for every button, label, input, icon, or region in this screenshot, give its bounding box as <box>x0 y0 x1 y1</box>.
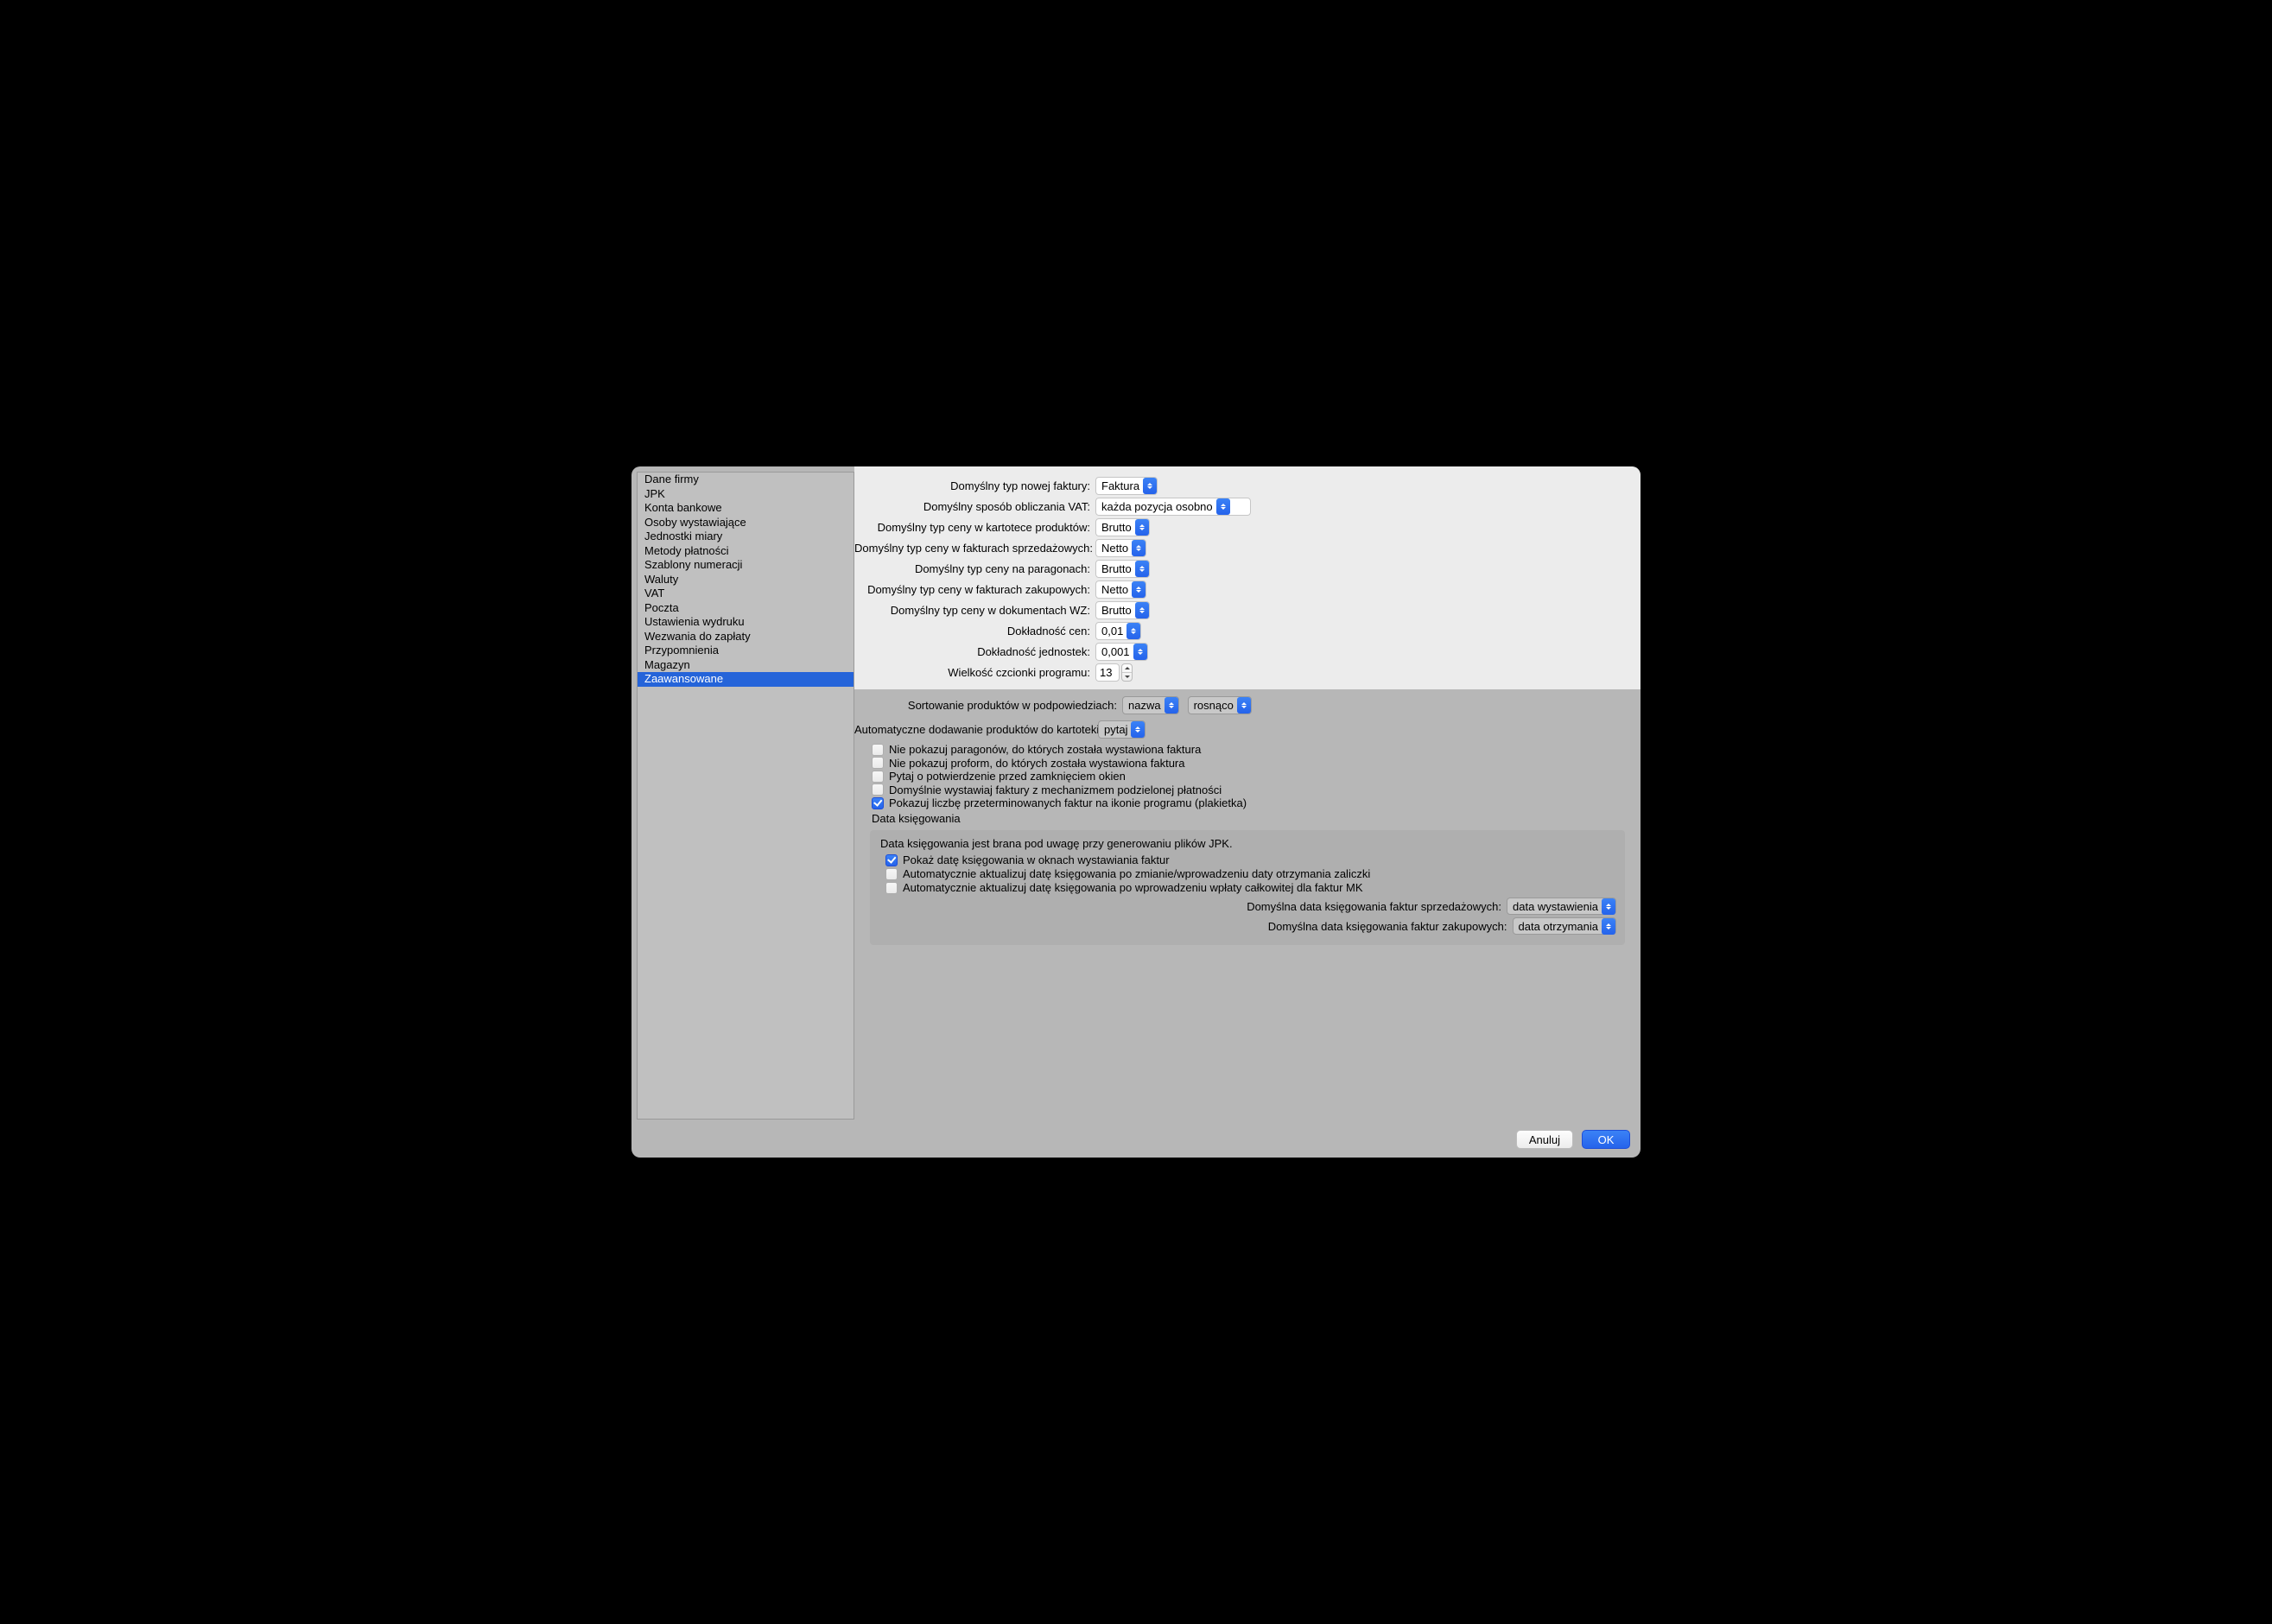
booking-heading: Data księgowania <box>854 810 1641 827</box>
checkbox-label: Automatycznie aktualizuj datę księgowani… <box>903 881 1363 894</box>
label-vat-calc: Domyślny sposób obliczania VAT: <box>854 500 1095 513</box>
select-arrows-icon <box>1132 540 1146 556</box>
select-arrows-icon <box>1216 498 1230 515</box>
label-unit-precision: Dokładność jednostek: <box>854 645 1095 658</box>
label-price-precision: Dokładność cen: <box>854 625 1095 638</box>
label-booking-purchase: Domyślna data księgowania faktur zakupow… <box>1268 920 1507 933</box>
settings-dialog: Dane firmyJPKKonta bankoweOsoby wystawia… <box>631 466 1641 1158</box>
booking-groupbox: Data księgowania jest brana pod uwagę pr… <box>870 830 1625 945</box>
select-price-receipts[interactable]: Brutto <box>1095 560 1150 578</box>
select-arrows-icon <box>1237 697 1251 714</box>
checkbox-label: Domyślnie wystawiaj faktury z mechanizme… <box>889 783 1222 796</box>
label-price-wz: Domyślny typ ceny w dokumentach WZ: <box>854 604 1095 617</box>
select-arrows-icon <box>1133 644 1147 660</box>
checkbox-show-booking-date[interactable] <box>885 854 898 866</box>
label-price-receipts: Domyślny typ ceny na paragonach: <box>854 562 1095 575</box>
label-price-sales: Domyślny typ ceny w fakturach sprzedażow… <box>854 542 1095 555</box>
select-price-purchase[interactable]: Netto <box>1095 580 1146 599</box>
select-arrows-icon <box>1135 602 1149 619</box>
checkbox-label: Pokaż datę księgowania w oknach wystawia… <box>903 853 1170 866</box>
top-section: Domyślny typ nowej faktury: Faktura Domy… <box>854 466 1641 689</box>
sidebar-item[interactable]: Szablony numeracji <box>638 558 854 573</box>
stepper-buttons[interactable] <box>1121 663 1133 682</box>
sidebar-item[interactable]: Konta bankowe <box>638 501 854 516</box>
sidebar-item[interactable]: Magazyn <box>638 658 854 673</box>
select-product-sort-field[interactable]: nazwa <box>1122 696 1179 714</box>
booking-note: Data księgowania jest brana pod uwagę pr… <box>879 835 1616 853</box>
sidebar-item[interactable]: JPK <box>638 487 854 502</box>
stepper-down-icon[interactable] <box>1122 673 1132 681</box>
ok-button[interactable]: OK <box>1582 1130 1630 1149</box>
checkbox-hide-proformas[interactable] <box>872 757 884 769</box>
stepper-up-icon[interactable] <box>1122 664 1132 673</box>
select-unit-precision[interactable]: 0,001 <box>1095 643 1148 661</box>
select-auto-add-products[interactable]: pytaj <box>1098 720 1146 739</box>
label-font-size: Wielkość czcionki programu: <box>854 666 1095 679</box>
select-arrows-icon <box>1602 918 1615 935</box>
content-area: Dane firmyJPKKonta bankoweOsoby wystawia… <box>631 466 1641 1158</box>
select-product-sort-dir[interactable]: rosnąco <box>1188 696 1252 714</box>
select-vat-calc[interactable]: każda pozycja osobno <box>1095 498 1251 516</box>
sidebar-item[interactable]: Zaawansowane <box>638 672 854 687</box>
label-product-sort: Sortowanie produktów w podpowiedziach: <box>854 699 1122 712</box>
label-price-products: Domyślny typ ceny w kartotece produktów: <box>854 521 1095 534</box>
sidebar-item[interactable]: Metody płatności <box>638 544 854 559</box>
select-new-invoice-type[interactable]: Faktura <box>1095 477 1158 495</box>
select-booking-purchase[interactable]: data otrzymania <box>1513 917 1617 935</box>
checkbox-auto-update-advance[interactable] <box>885 868 898 880</box>
checkbox-hide-receipts[interactable] <box>872 744 884 756</box>
sidebar-item[interactable]: Poczta <box>638 601 854 616</box>
sidebar: Dane firmyJPKKonta bankoweOsoby wystawia… <box>637 472 854 1120</box>
checkbox-confirm-close[interactable] <box>872 771 884 783</box>
checkbox-label: Pokazuj liczbę przeterminowanych faktur … <box>889 796 1247 809</box>
select-arrows-icon <box>1131 721 1145 738</box>
select-arrows-icon <box>1135 519 1149 536</box>
checkbox-label: Automatycznie aktualizuj datę księgowani… <box>903 867 1370 880</box>
checkbox-label: Pytaj o potwierdzenie przed zamknięciem … <box>889 770 1126 783</box>
label-booking-sales: Domyślna data księgowania faktur sprzeda… <box>1247 900 1501 913</box>
select-price-sales[interactable]: Netto <box>1095 539 1146 557</box>
select-arrows-icon <box>1126 623 1140 639</box>
sidebar-item[interactable]: Osoby wystawiające <box>638 516 854 530</box>
sidebar-item[interactable]: Wezwania do zapłaty <box>638 630 854 644</box>
sidebar-item[interactable]: Przypomnienia <box>638 644 854 658</box>
label-new-invoice-type: Domyślny typ nowej faktury: <box>854 479 1095 492</box>
main-panel: Domyślny typ nowej faktury: Faktura Domy… <box>854 466 1641 1158</box>
select-arrows-icon <box>1602 898 1615 915</box>
checkbox-split-payment[interactable] <box>872 783 884 796</box>
checkbox-label: Nie pokazuj proform, do których została … <box>889 757 1185 770</box>
sidebar-item[interactable]: VAT <box>638 587 854 601</box>
checkbox-auto-update-full[interactable] <box>885 882 898 894</box>
select-arrows-icon <box>1165 697 1178 714</box>
label-price-purchase: Domyślny typ ceny w fakturach zakupowych… <box>854 583 1095 596</box>
label-auto-add-products: Automatyczne dodawanie produktów do kart… <box>854 723 1098 736</box>
sidebar-item[interactable]: Waluty <box>638 573 854 587</box>
select-arrows-icon <box>1143 478 1157 494</box>
middle-section: Sortowanie produktów w podpowiedziach: n… <box>854 689 1641 954</box>
sidebar-item[interactable]: Jednostki miary <box>638 530 854 544</box>
sidebar-item[interactable]: Ustawienia wydruku <box>638 615 854 630</box>
sidebar-item[interactable]: Dane firmy <box>638 473 854 487</box>
select-price-precision[interactable]: 0,01 <box>1095 622 1141 640</box>
font-size-stepper <box>1095 663 1133 682</box>
select-price-wz[interactable]: Brutto <box>1095 601 1150 619</box>
select-arrows-icon <box>1135 561 1149 577</box>
checkbox-show-overdue-badge[interactable] <box>872 797 884 809</box>
checkbox-label: Nie pokazuj paragonów, do których został… <box>889 743 1201 756</box>
cancel-button[interactable]: Anuluj <box>1516 1130 1573 1149</box>
button-bar: Anuluj OK <box>1516 1130 1630 1149</box>
select-arrows-icon <box>1132 581 1146 598</box>
select-booking-sales[interactable]: data wystawienia <box>1507 898 1616 915</box>
select-price-products[interactable]: Brutto <box>1095 518 1150 536</box>
font-size-input[interactable] <box>1095 663 1120 682</box>
